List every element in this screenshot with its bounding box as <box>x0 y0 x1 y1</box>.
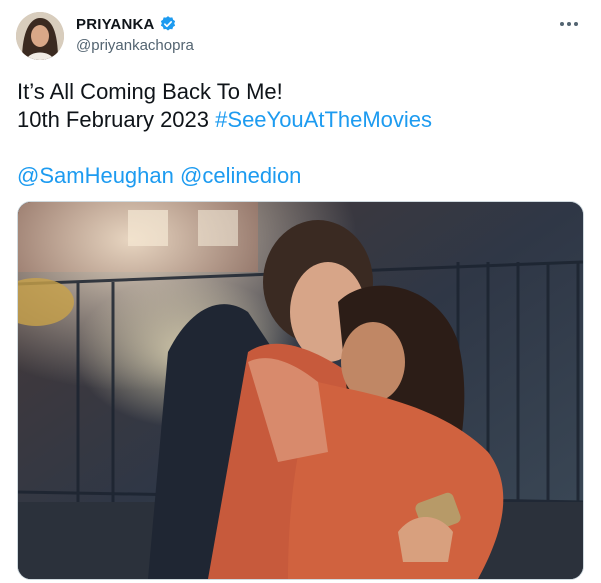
author-name-row: PRIYANKA <box>76 15 177 33</box>
tweet-line-2: 10th February 2023 #SeeYouAtTheMovies <box>17 106 587 134</box>
tweet-photo[interactable] <box>17 201 584 580</box>
tweet-line-mentions: @SamHeughan @celinedion <box>17 162 587 190</box>
avatar[interactable] <box>16 12 64 60</box>
hashtag-link[interactable]: #SeeYouAtTheMovies <box>215 107 432 132</box>
photo-embrace-scene <box>18 202 583 579</box>
mention-link-celinedion[interactable]: @celinedion <box>180 163 301 188</box>
more-options-icon[interactable] <box>557 14 581 34</box>
tweet-line-1: It’s All Coming Back To Me! <box>17 79 283 104</box>
verified-badge-icon <box>159 15 177 33</box>
mention-link-samheughan[interactable]: @SamHeughan <box>17 163 174 188</box>
author-handle[interactable]: @priyankachopra <box>76 37 194 54</box>
tweet-text: It’s All Coming Back To Me! 10th Februar… <box>17 78 587 190</box>
tweet-card: PRIYANKA @priyankachopra It’s All Coming… <box>0 0 601 583</box>
author-name[interactable]: PRIYANKA <box>76 16 155 33</box>
tweet-date: 10th February 2023 <box>17 107 210 132</box>
avatar-image <box>16 12 64 60</box>
